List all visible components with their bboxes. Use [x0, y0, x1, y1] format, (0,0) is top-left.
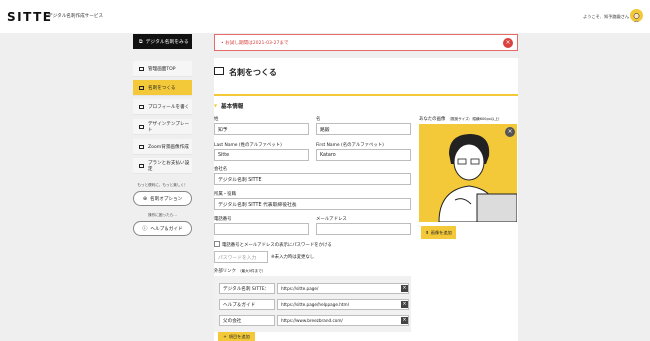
- sidebar-item-dashboard[interactable]: 管理画面TOP: [133, 61, 192, 77]
- view-card-button[interactable]: ⧉ デジタル名刺をみる: [133, 34, 192, 49]
- person-illustration: [438, 134, 517, 222]
- avatar[interactable]: [630, 9, 643, 22]
- plus-icon: +: [223, 334, 227, 339]
- sidebar-item-plan-payment[interactable]: プランとお支払い設定: [133, 158, 192, 174]
- logo-subtitle: デジタル名刺作成サービス: [48, 14, 104, 19]
- position-label: 所属・役職: [214, 192, 236, 197]
- remove-link-icon[interactable]: ×: [401, 317, 408, 324]
- sidebar-item-zoom-background[interactable]: Zoom背景画像作成: [133, 139, 192, 155]
- sidebar-item-templates[interactable]: デザインテンプレート: [133, 119, 192, 135]
- payment-icon: [139, 163, 144, 168]
- first-name-en-field[interactable]: Kataro: [316, 149, 411, 161]
- first-name-field[interactable]: 路鍛: [316, 123, 411, 135]
- link-name-field[interactable]: デジタル名刺 SITTE：: [219, 283, 275, 294]
- sidebar-item-label: プロフィールを書く: [148, 104, 190, 110]
- profile-photo: [419, 124, 517, 222]
- sidebar-item-label: 管理画面TOP: [148, 66, 176, 72]
- card-option-label: 名刺オプション: [150, 196, 183, 202]
- external-links-label: 外部リンク （最大5件まで）: [214, 269, 266, 274]
- first-name-en-label: First Name (名のアルファベット): [316, 143, 384, 148]
- remove-link-icon[interactable]: ×: [401, 301, 408, 308]
- link-name-field[interactable]: ヘルプ＆ガイド: [219, 299, 275, 310]
- company-label: 会社名: [214, 167, 228, 172]
- upload-icon: ⬆: [425, 230, 429, 235]
- card-icon: [139, 85, 144, 90]
- remove-link-icon[interactable]: ×: [401, 285, 408, 292]
- link-url-field[interactable]: https://sitte.page/helppage.html: [277, 299, 409, 310]
- sidebar-item-create-card[interactable]: 名刺をつくる: [133, 80, 192, 96]
- trial-alert-text: • お試し期間は2021-03-27まで: [221, 41, 289, 46]
- external-link-icon: ⧉: [139, 38, 143, 45]
- profile-icon: [139, 104, 144, 109]
- upload-photo-button[interactable]: ⬆ 画像を追加: [421, 226, 456, 239]
- last-name-label: 姓: [214, 117, 219, 122]
- help-circle-icon: ⓘ: [142, 226, 148, 232]
- phone-label: 電話番号: [214, 217, 232, 222]
- last-name-field[interactable]: 知予: [214, 123, 309, 135]
- sidebar-item-profile[interactable]: プロフィールを書く: [133, 99, 192, 115]
- email-label: メールアドレス: [316, 217, 347, 222]
- plus-circle-icon: ⊕: [142, 195, 148, 202]
- sidebar-item-label: デザインテンプレート: [147, 121, 190, 133]
- last-name-en-label: Last Name (姓のアルファベット): [214, 143, 282, 148]
- view-card-label: デジタル名刺をみる: [145, 40, 189, 45]
- help-note: 操作に困ったら…: [148, 213, 177, 217]
- section-title: 基本情報: [221, 104, 244, 110]
- help-guide-label: ヘルプ＆ガイド: [150, 226, 183, 232]
- last-name-en-field[interactable]: Sitte: [214, 149, 309, 161]
- sidebar-item-label: プランとお支払い設定: [147, 160, 190, 172]
- first-name-label: 名: [316, 117, 321, 122]
- link-name-field[interactable]: 父の会社: [219, 315, 275, 326]
- password-note: ※未入力時は変更なし: [271, 255, 315, 260]
- template-icon: [139, 124, 144, 129]
- title-divider: [214, 94, 518, 96]
- link-url-field[interactable]: https://www.breezbrand.com/: [277, 315, 409, 326]
- zoom-icon: [139, 144, 144, 149]
- help-guide-button[interactable]: ⓘ ヘルプ＆ガイド: [133, 221, 192, 236]
- logo[interactable]: SITTE: [7, 10, 52, 24]
- page-title: 名刺をつくる: [229, 68, 277, 77]
- close-icon[interactable]: ×: [503, 38, 513, 48]
- chevron-down-icon: ▼: [214, 103, 218, 108]
- password-checkbox-label: 電話番号とメールアドレスの表示にパスワードをかける: [222, 243, 332, 248]
- sidebar-item-label: 名刺をつくる: [148, 85, 176, 91]
- card-icon: [214, 67, 224, 75]
- password-input[interactable]: パスワードを入力: [214, 251, 268, 263]
- position-field[interactable]: デジタル名刺 SITTE 代表取締役社長: [214, 198, 411, 210]
- remove-photo-icon[interactable]: ×: [505, 127, 515, 137]
- company-field[interactable]: デジタル名刺 SITTE: [214, 173, 411, 185]
- email-field[interactable]: [316, 223, 411, 235]
- link-url-field[interactable]: https://sitte.page/: [277, 283, 409, 294]
- upload-photo-label: 画像を追加: [430, 229, 452, 235]
- photo-label: あなたの画像 （推奨サイズ：縦横600px以上）: [419, 117, 502, 122]
- sidebar-item-label: Zoom背景画像作成: [148, 144, 189, 150]
- phone-field[interactable]: [214, 223, 309, 235]
- card-option-button[interactable]: ⊕ 名刺オプション: [133, 191, 192, 206]
- option-note: もっと便利に、もっと楽しく！: [137, 183, 188, 187]
- home-icon: [139, 66, 144, 71]
- add-link-label: 項目を追加: [228, 333, 250, 339]
- password-checkbox[interactable]: [214, 241, 220, 247]
- welcome-text: ようこそ、知予路鍛さん: [583, 14, 630, 19]
- add-link-button[interactable]: + 項目を追加: [218, 332, 255, 341]
